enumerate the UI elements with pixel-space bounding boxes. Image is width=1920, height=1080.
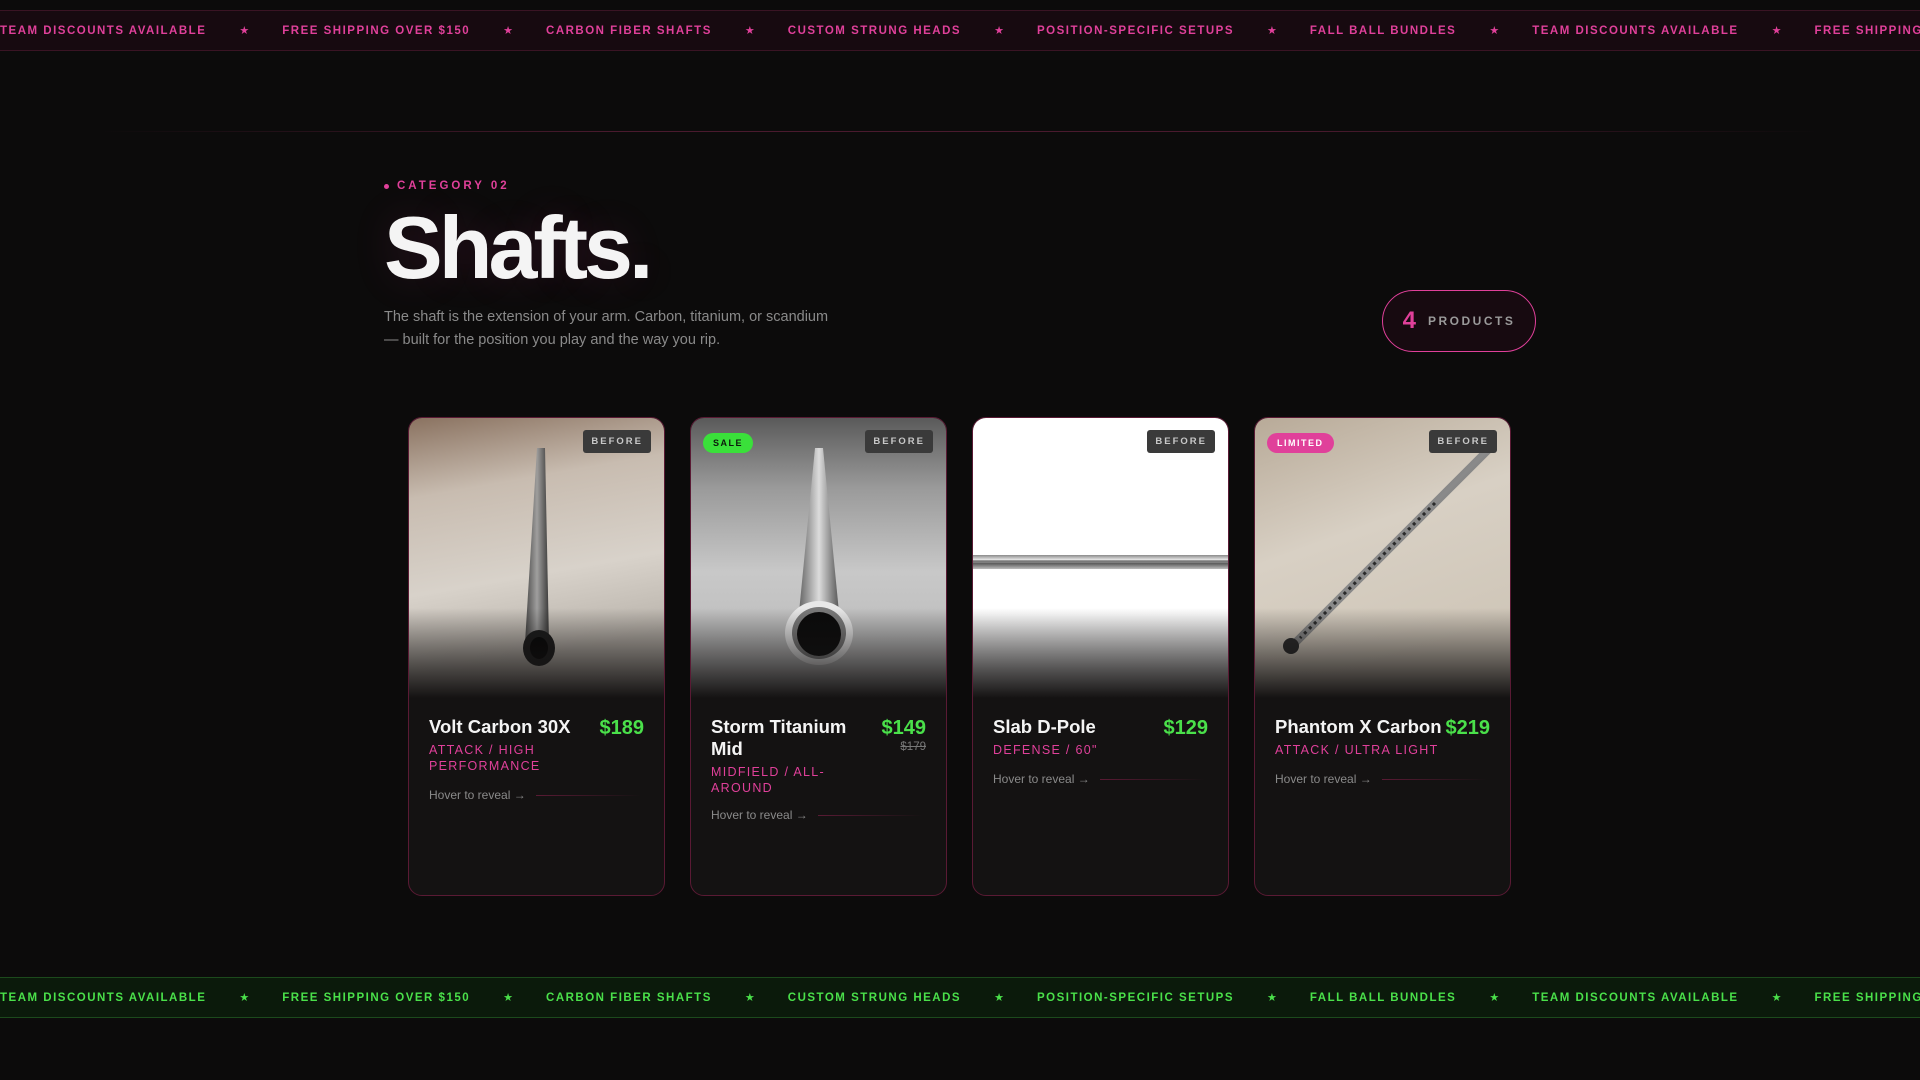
product-name: Storm Titanium Mid bbox=[711, 716, 847, 759]
category-label: CATEGORY 02 bbox=[397, 180, 510, 192]
star-icon: ★ bbox=[994, 992, 1004, 1004]
marquee-item: FALL BALL BUNDLES bbox=[1309, 991, 1457, 1004]
marquee-item: CARBON FIBER SHAFTS bbox=[546, 24, 712, 37]
star-icon: ★ bbox=[1489, 25, 1500, 37]
product-info: Slab D-Pole DEFENSE / 60" $129 Hover to … bbox=[973, 698, 1228, 786]
marquee-item: TEAM DISCOUNTS AVAILABLE bbox=[1532, 991, 1739, 1004]
dot-icon bbox=[384, 183, 389, 189]
product-image: BEFORE bbox=[973, 418, 1228, 698]
product-count: 4 bbox=[1402, 307, 1416, 334]
product-subtitle: MIDFIELD / ALL-AROUND bbox=[711, 765, 825, 795]
page-title: Shafts. bbox=[384, 198, 653, 297]
before-badge: BEFORE bbox=[1147, 430, 1215, 453]
product-count-badge: 4 PRODUCTS bbox=[1382, 290, 1536, 352]
marquee-item: TEAM DISCOUNTS AVAILABLE bbox=[0, 991, 207, 1004]
hover-line bbox=[1099, 778, 1205, 780]
marquee-item: POSITION-SPECIFIC SETUPS bbox=[1036, 991, 1234, 1004]
hover-to-reveal[interactable]: Hover to reveal → bbox=[711, 808, 926, 822]
category-eyebrow: CATEGORY 02 bbox=[384, 180, 1536, 192]
star-icon: ★ bbox=[744, 992, 755, 1004]
marquee-item: CUSTOM STRUNG HEADS bbox=[787, 24, 962, 37]
star-icon: ★ bbox=[744, 25, 755, 37]
hover-label: Hover to reveal → bbox=[429, 788, 526, 802]
marquee-item: FREE SHIPPING OVER $150 bbox=[282, 24, 471, 37]
hover-label: Hover to reveal → bbox=[1275, 772, 1372, 786]
product-info: Phantom X Carbon ATTACK / ULTRA LIGHT $2… bbox=[1255, 698, 1510, 786]
hover-label: Hover to reveal → bbox=[993, 772, 1090, 786]
product-card[interactable]: BEFORE Slab D-Pole DEFENSE / 60" $129 Ho… bbox=[972, 417, 1229, 896]
marquee-item: FREE SHIPPING OVER $150 bbox=[282, 991, 471, 1004]
limited-badge: LIMITED bbox=[1267, 433, 1334, 453]
product-name: Volt Carbon 30X bbox=[429, 716, 571, 737]
hover-label: Hover to reveal → bbox=[711, 808, 808, 822]
marquee-item: CUSTOM STRUNG HEADS bbox=[787, 991, 962, 1004]
marquee-item: FREE SHIPPING OVER $150 bbox=[1814, 991, 1920, 1004]
product-card[interactable]: LIMITED BEFORE Phantom X Carbon ATTACK /… bbox=[1254, 417, 1511, 896]
shaft-photo-icon bbox=[1283, 444, 1494, 654]
product-info: Volt Carbon 30X ATTACK / HIGH PERFORMANC… bbox=[409, 698, 664, 802]
product-count-label: PRODUCTS bbox=[1428, 314, 1516, 328]
product-card[interactable]: SALE BEFORE Storm Titanium Mid MIDFIELD … bbox=[690, 417, 947, 896]
star-icon: ★ bbox=[503, 992, 514, 1004]
product-image: LIMITED BEFORE bbox=[1255, 418, 1510, 698]
marquee-item: FALL BALL BUNDLES bbox=[1309, 24, 1457, 37]
marquee-track: TEAM DISCOUNTS AVAILABLE ★ FREE SHIPPING… bbox=[0, 24, 1920, 38]
before-badge: BEFORE bbox=[583, 430, 651, 453]
product-grid: BEFORE Volt Carbon 30X ATTACK / HIGH PER… bbox=[408, 417, 1511, 896]
before-badge: BEFORE bbox=[865, 430, 933, 453]
product-subtitle: ATTACK / HIGH PERFORMANCE bbox=[429, 743, 541, 773]
star-icon: ★ bbox=[503, 25, 514, 37]
product-image: BEFORE bbox=[409, 418, 664, 698]
star-icon: ★ bbox=[1267, 25, 1277, 37]
marquee-track: TEAM DISCOUNTS AVAILABLE ★ FREE SHIPPING… bbox=[0, 991, 1920, 1005]
star-icon: ★ bbox=[1267, 992, 1277, 1004]
bottom-marquee: TEAM DISCOUNTS AVAILABLE ★ FREE SHIPPING… bbox=[0, 977, 1920, 1018]
product-price: $129 bbox=[1163, 717, 1209, 739]
marquee-item: CARBON FIBER SHAFTS bbox=[546, 991, 712, 1004]
shaft-photo-icon bbox=[523, 448, 555, 666]
product-subtitle: ATTACK / ULTRA LIGHT bbox=[1275, 743, 1439, 757]
section-divider bbox=[100, 131, 1820, 132]
sale-badge: SALE bbox=[703, 433, 754, 453]
star-icon: ★ bbox=[1771, 25, 1782, 37]
product-name: Phantom X Carbon bbox=[1275, 716, 1442, 737]
star-icon: ★ bbox=[1489, 992, 1500, 1004]
star-icon: ★ bbox=[239, 25, 250, 37]
star-icon: ★ bbox=[994, 25, 1004, 37]
hover-to-reveal[interactable]: Hover to reveal → bbox=[1275, 772, 1490, 786]
shaft-photo-icon bbox=[973, 555, 1228, 569]
product-price: $149 bbox=[881, 717, 927, 739]
category-description: The shaft is the extension of your arm. … bbox=[384, 309, 829, 348]
product-price: $189 bbox=[599, 717, 645, 739]
before-badge: BEFORE bbox=[1429, 430, 1497, 453]
category-hero: CATEGORY 02 Shafts. The shaft is the ext… bbox=[384, 180, 1536, 352]
hover-line bbox=[1381, 778, 1487, 780]
shaft-photo-icon bbox=[785, 448, 853, 665]
product-subtitle: DEFENSE / 60" bbox=[993, 743, 1098, 757]
marquee-item: FREE SHIPPING OVER $150 bbox=[1814, 24, 1920, 37]
product-price: $219 bbox=[1445, 717, 1491, 739]
product-image: SALE BEFORE bbox=[691, 418, 946, 698]
star-icon: ★ bbox=[239, 992, 250, 1004]
product-name: Slab D-Pole bbox=[993, 716, 1096, 737]
hover-line bbox=[535, 794, 641, 796]
product-card[interactable]: BEFORE Volt Carbon 30X ATTACK / HIGH PER… bbox=[408, 417, 665, 896]
marquee-item: POSITION-SPECIFIC SETUPS bbox=[1036, 24, 1234, 37]
product-old-price: $179 bbox=[900, 741, 926, 753]
marquee-item: TEAM DISCOUNTS AVAILABLE bbox=[1532, 24, 1739, 37]
top-marquee: TEAM DISCOUNTS AVAILABLE ★ FREE SHIPPING… bbox=[0, 10, 1920, 51]
marquee-item: TEAM DISCOUNTS AVAILABLE bbox=[0, 24, 207, 37]
hover-line bbox=[817, 814, 923, 816]
hover-to-reveal[interactable]: Hover to reveal → bbox=[993, 772, 1208, 786]
product-info: Storm Titanium Mid MIDFIELD / ALL-AROUND… bbox=[691, 698, 946, 822]
star-icon: ★ bbox=[1771, 992, 1782, 1004]
hover-to-reveal[interactable]: Hover to reveal → bbox=[429, 788, 644, 802]
